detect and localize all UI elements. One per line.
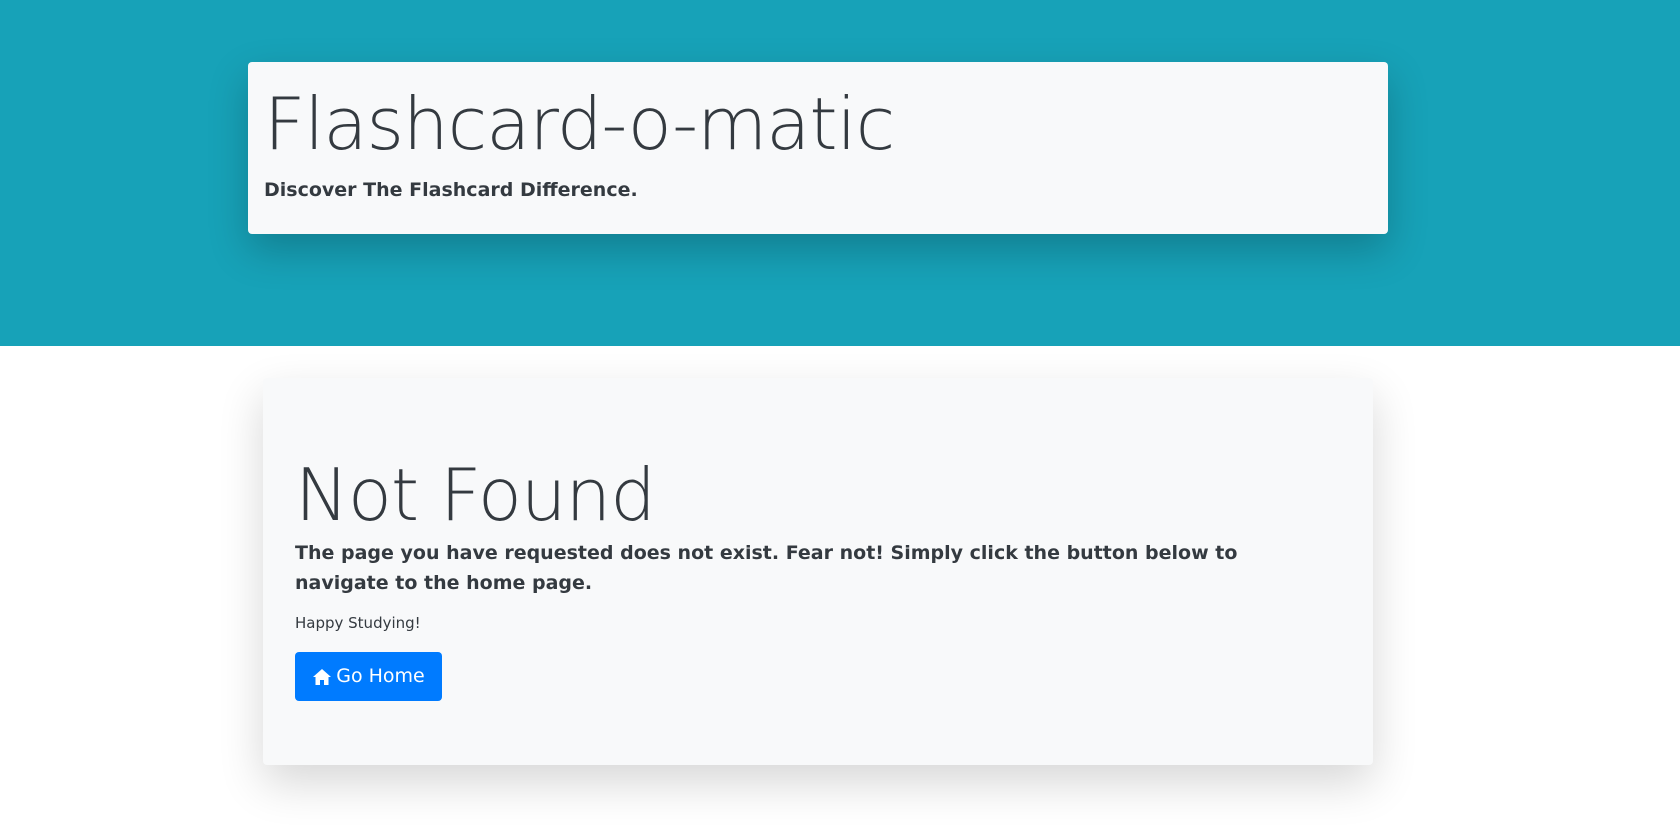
app-title: Flashcard-o-matic [264, 82, 895, 166]
header-card: Flashcard-o-matic Discover The Flashcard… [248, 62, 1388, 234]
not-found-card: Not Found The page you have requested do… [263, 378, 1373, 765]
home-icon [312, 668, 332, 686]
not-found-message: The page you have requested does not exi… [295, 542, 1238, 594]
app-tagline: Discover The Flashcard Difference. [264, 179, 638, 201]
not-found-sub-message: Happy Studying! [295, 614, 421, 632]
not-found-title: Not Found [295, 453, 656, 537]
header-banner: Flashcard-o-matic Discover The Flashcard… [0, 0, 1680, 346]
go-home-button[interactable]: Go Home [295, 652, 442, 701]
go-home-label: Go Home [336, 665, 425, 687]
